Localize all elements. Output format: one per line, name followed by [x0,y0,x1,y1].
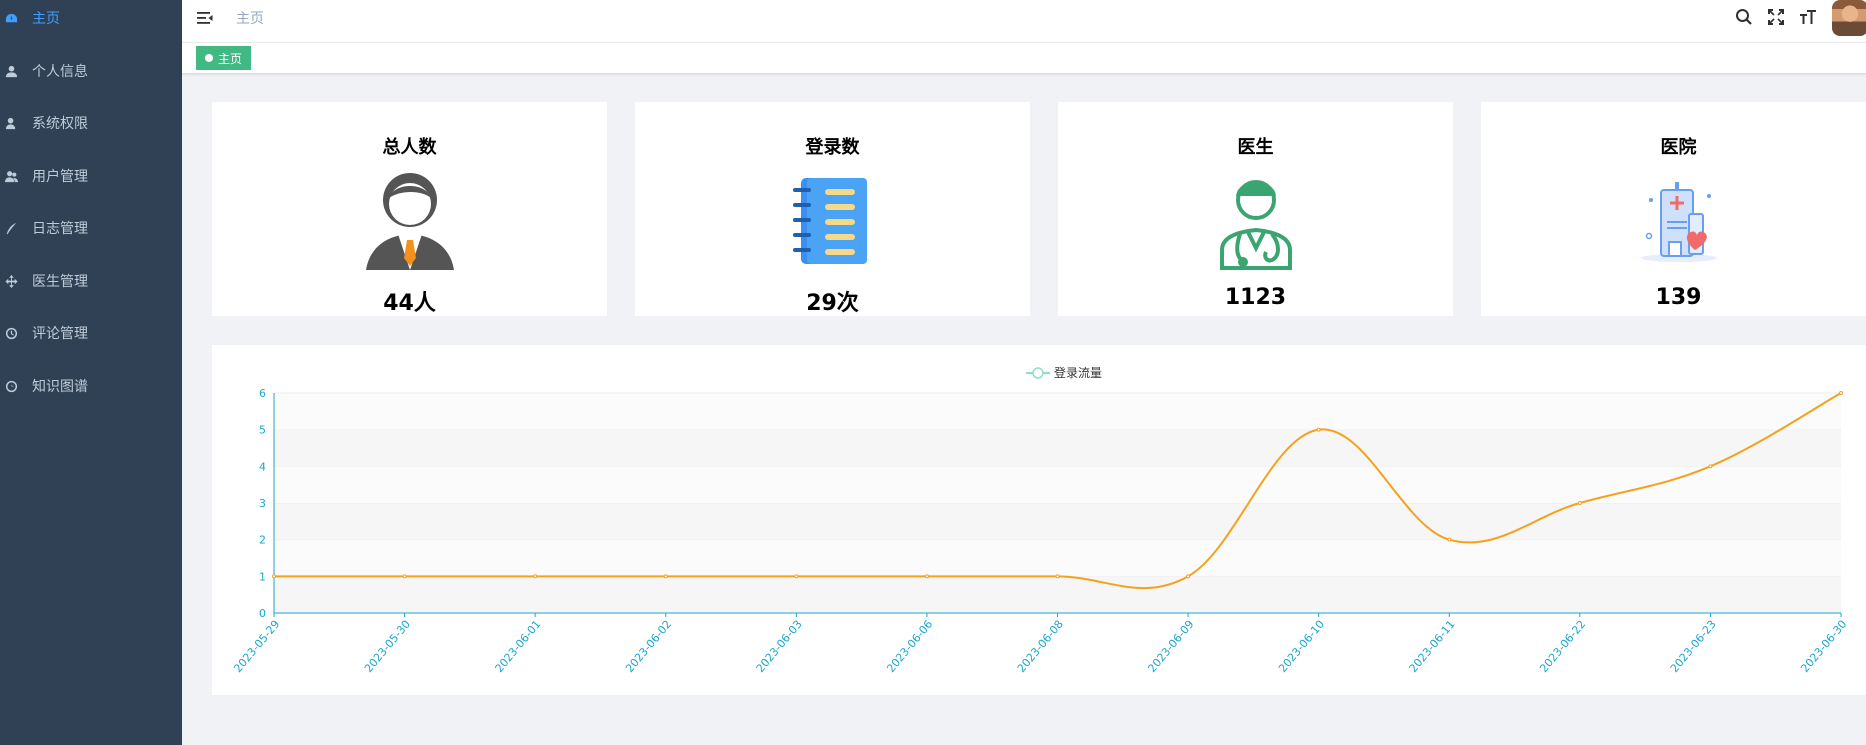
x-tick-label: 2023-06-08 [1015,618,1066,675]
y-tick-label: 2 [259,534,266,547]
tag-dot-icon [205,54,213,62]
data-point [1839,391,1843,395]
x-tick-label: 2023-05-30 [362,618,413,675]
hospital-icon [1629,170,1729,270]
data-point [924,574,929,579]
y-tick-label: 3 [259,497,266,510]
search-icon[interactable] [1733,6,1755,28]
notebook-icon [783,170,883,270]
avatar[interactable] [1832,0,1866,36]
font-size-icon[interactable] [1797,6,1819,28]
login-traffic-chart: 0 1 2 3 4 5 6 2023-05-29 2023-05-30 2023-06-01 202… [212,345,1866,695]
sidebar-item-label: 医生管理 [32,274,88,290]
peoples-icon [4,169,18,183]
tag-label: 主页 [218,51,243,66]
sidebar-item-label: 用户管理 [32,169,88,185]
grid-band [274,576,1841,613]
sidebar-item-3[interactable]: 用户管理 [0,150,182,202]
x-tick-label: 2023-06-11 [1407,618,1458,675]
sidebar: 主页个人信息系统权限用户管理日志管理医生管理评论管理知识图谱 [0,0,182,745]
data-point [794,574,799,579]
sidebar-item-0[interactable]: 主页 [0,0,182,44]
x-tick-label: 2023-06-03 [754,618,805,675]
x-tick-label: 2023-06-09 [1145,618,1196,675]
card-title: 医院 [1660,137,1697,158]
x-tick-label: 2023-06-30 [1798,618,1849,675]
grid-band [274,393,1841,430]
sidebar-item-4[interactable]: 日志管理 [0,202,182,254]
card-value: 29次 [806,291,859,316]
data-point [1447,537,1452,542]
sidebar-item-label: 主页 [32,11,60,27]
sidebar-item-1[interactable]: 个人信息 [0,45,182,97]
clock-icon [4,326,18,340]
y-tick-label: 1 [259,570,266,583]
data-point [663,574,668,579]
sidebar-item-6[interactable]: 评论管理 [0,307,182,359]
move-icon [4,274,18,288]
sidebar-item-label: 评论管理 [32,326,88,342]
y-tick-label: 0 [259,607,266,620]
data-point [533,574,538,579]
x-tick-label: 2023-06-10 [1276,618,1327,675]
navbar: 主页 [182,0,1866,43]
grid-band [274,429,1841,467]
grid-band [274,503,1841,540]
tag-home[interactable]: 主页 [196,46,252,70]
sidebar-item-label: 日志管理 [32,221,88,237]
tags-view: 主页 [182,43,1866,74]
sidebar-item-label: 知识图谱 [32,379,88,395]
data-point [272,574,276,579]
sidebar-item-5[interactable]: 医生管理 [0,255,182,307]
card-value: 44人 [383,291,436,316]
legend-label: 登录流量 [1054,365,1102,380]
user-icon [4,64,18,78]
grid-band [274,466,1841,503]
stat-card-hospitals: 医院 139 [1481,102,1866,316]
sidebar-item-label: 个人信息 [32,64,88,80]
card-title: 医生 [1237,137,1274,158]
fullscreen-icon[interactable] [1765,6,1787,28]
stat-card-total-users: 总人数 44人 [212,102,607,316]
doctor-icon [1206,170,1306,270]
card-value: 139 [1655,285,1702,310]
breadcrumb: 主页 [236,11,264,27]
chart-svg: 0 1 2 3 4 5 6 2023-05-29 2023-05-30 2023-06-01 202… [231,365,1849,675]
sidebar-item-7[interactable]: 知识图谱 [0,360,182,412]
legend-marker [1032,367,1044,379]
sidebar-item-2[interactable]: 系统权限 [0,97,182,149]
data-point [1708,464,1713,469]
data-point [1055,574,1060,579]
x-tick-label: 2023-06-22 [1537,618,1588,675]
x-tick-label: 2023-06-23 [1668,618,1719,675]
y-tick-label: 4 [259,460,266,473]
card-value: 1123 [1224,285,1287,310]
y-tick-label: 5 [259,424,266,437]
x-tick-label: 2023-06-01 [493,618,544,675]
pen-icon [4,221,18,235]
dashboard-icon [4,11,18,25]
x-tick-label: 2023-05-29 [231,618,282,675]
card-title: 登录数 [805,137,860,158]
user-key-icon [4,116,18,130]
data-point [402,574,407,579]
person-icon [360,170,460,270]
data-point [1316,427,1321,432]
hamburger-icon[interactable] [196,9,214,27]
data-point [1186,574,1191,579]
stat-card-logins: 登录数 29次 [635,102,1030,316]
y-tick-label: 6 [259,387,266,400]
data-point [1577,501,1582,505]
grid-band [274,539,1841,577]
x-tick-label: 2023-06-02 [623,618,674,675]
sidebar-item-label: 系统权限 [32,116,88,132]
stat-card-doctors: 医生 1123 [1058,102,1453,316]
graph-icon [4,379,18,393]
card-title: 总人数 [382,137,437,158]
x-tick-label: 2023-06-06 [884,618,935,675]
